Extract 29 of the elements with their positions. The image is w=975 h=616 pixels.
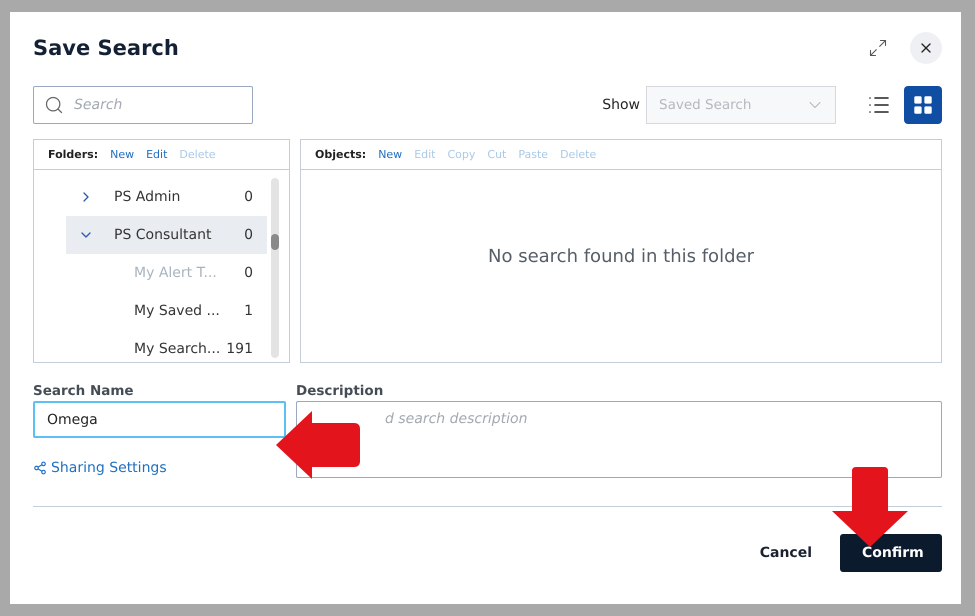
share-icon[interactable] <box>33 461 47 475</box>
dialog-title: Save Search <box>33 36 179 60</box>
description-label: Description <box>296 383 384 401</box>
show-label: Show <box>602 97 640 113</box>
folder-item[interactable]: PS Consultant 0 <box>66 216 267 254</box>
expand-icon[interactable] <box>868 38 888 58</box>
object-action[interactable]: New <box>378 148 402 161</box>
search-icon <box>44 95 64 115</box>
folder-action[interactable]: New <box>110 148 134 161</box>
grid-view-button[interactable] <box>904 86 942 124</box>
objects-label: Objects: <box>315 148 366 161</box>
scrollbar[interactable] <box>271 178 279 358</box>
folder-action[interactable]: Edit <box>146 148 168 161</box>
folder-item[interactable]: PS Admin 0 <box>66 178 267 216</box>
sharing-settings-link[interactable]: Sharing Settings <box>33 460 286 476</box>
search-name-field[interactable]: Omega <box>33 401 286 438</box>
empty-message: No search found in this folder <box>488 246 754 266</box>
left-arrow-icon <box>276 411 360 479</box>
cancel-button[interactable]: Cancel <box>760 534 812 572</box>
search-field[interactable]: Search <box>33 86 253 124</box>
folders-label: Folders: <box>48 148 98 161</box>
description-field[interactable]: d search description <box>296 401 942 478</box>
folder-item[interactable]: My Saved ... 1 <box>66 292 267 330</box>
confirm-button[interactable]: Confirm <box>840 534 942 572</box>
close-button[interactable] <box>910 32 942 64</box>
folder-item[interactable]: My Search... 191 <box>66 330 267 362</box>
down-arrow-icon <box>832 467 908 547</box>
grid-icon[interactable] <box>912 94 934 116</box>
search-name-label: Search Name <box>33 383 135 401</box>
